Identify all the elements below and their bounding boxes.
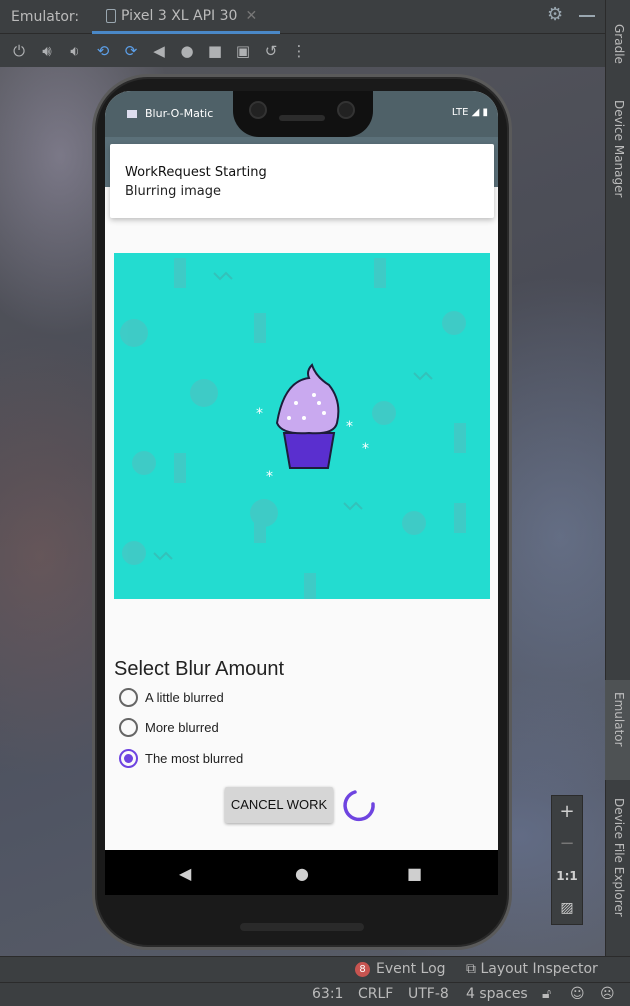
rotate-right-icon[interactable]: ⟳ [122, 42, 140, 60]
zoom-actual-button[interactable]: 1:1 [556, 866, 578, 886]
nav-back-icon[interactable]: ◀ [179, 864, 191, 883]
phone-speaker-bottom [240, 923, 364, 931]
gear-icon[interactable]: ⚙ [547, 6, 565, 24]
close-tab-icon[interactable]: ✕ [245, 8, 257, 24]
layout-inspector-tool[interactable]: ⧉ Layout Inspector [466, 961, 598, 977]
file-encoding[interactable]: UTF-8 [408, 986, 449, 1002]
layout-inspector-icon: ⧉ [466, 961, 481, 977]
home-icon[interactable]: ● [178, 42, 196, 60]
cupcake-image: * * * * [114, 253, 490, 599]
emulator-toolbar: ⏻ 🔊︎ 🔉︎ ⟲ ⟳ ◀ ● ■ ▣ ↺ ⋮ [0, 35, 605, 67]
indent-setting[interactable]: 4 spaces [466, 986, 528, 1002]
panel-title: Emulator: [11, 8, 80, 25]
nav-home-icon[interactable]: ● [295, 864, 309, 883]
gradle-tool[interactable]: Gradle [612, 24, 626, 64]
display-notch [233, 91, 373, 137]
right-tool-strip: Gradle Device Manager Emulator Device Fi… [605, 0, 630, 956]
fit-screen-icon[interactable]: ▨ [560, 898, 573, 918]
radio-label: The most blurred [145, 751, 244, 766]
front-camera-right [337, 101, 355, 119]
svg-text:*: * [362, 441, 369, 457]
device-manager-tool[interactable]: Device Manager [612, 100, 626, 197]
svg-text:*: * [256, 406, 263, 422]
cupcake-illustration: * * * * [120, 258, 466, 599]
zoom-in-button[interactable]: + [559, 802, 574, 822]
radio-button[interactable] [119, 688, 138, 707]
event-count-badge: 8 [355, 961, 370, 977]
device-tab[interactable]: Pixel 3 XL API 30 ✕ [92, 0, 280, 34]
line-separator[interactable]: CRLF [358, 986, 393, 1002]
radio-label: A little blurred [145, 690, 224, 705]
radio-label: More blurred [145, 720, 219, 735]
more-icon[interactable]: ⋮ [290, 42, 308, 60]
feedback-sad-icon[interactable]: ☹ [600, 986, 615, 1002]
emulator-tool[interactable]: Emulator [612, 692, 626, 747]
notification-text: Blurring image [125, 184, 221, 199]
bottom-tool-bar: 8 Event Log ⧉ Layout Inspector [0, 956, 630, 982]
status-app-name: Blur-O-Matic [145, 107, 214, 120]
front-camera-left [249, 101, 267, 119]
power-icon[interactable]: ⏻ [10, 42, 28, 60]
android-nav-bar: ◀ ● ■ [105, 850, 498, 895]
rotate-left-icon[interactable]: ⟲ [94, 42, 112, 60]
volume-up-icon[interactable]: 🔊︎ [38, 42, 56, 60]
volume-down-icon[interactable]: 🔉︎ [66, 42, 84, 60]
title-bar-actions: ⚙ [547, 6, 595, 24]
minimize-icon[interactable] [579, 15, 595, 17]
cancel-work-button[interactable]: CANCEL WORK [225, 787, 333, 823]
layout-inspector-label: Layout Inspector [480, 961, 598, 977]
work-notification[interactable]: WorkRequest Starting Blurring image [110, 144, 494, 218]
ide-status-bar: 63:1 CRLF UTF-8 4 spaces 🔓︎ ☺ ☹ [0, 982, 630, 1006]
radio-little-blurred[interactable]: A little blurred [119, 688, 224, 707]
back-icon[interactable]: ◀ [150, 42, 168, 60]
device-file-explorer-tool[interactable]: Device File Explorer [612, 798, 626, 917]
earpiece [279, 115, 325, 121]
snapshot-icon[interactable]: ↺ [262, 42, 280, 60]
nav-recents-icon[interactable]: ■ [407, 864, 422, 883]
network-status: LTE ◢ ▮ [451, 107, 488, 118]
notification-title: WorkRequest Starting [125, 165, 267, 180]
cursor-position[interactable]: 63:1 [312, 986, 343, 1002]
event-log-label: Event Log [376, 961, 446, 977]
radio-button[interactable] [119, 718, 138, 737]
emulator-title-bar: Emulator: [0, 0, 605, 34]
blur-section-title: Select Blur Amount [114, 658, 285, 680]
phone-icon [106, 8, 116, 23]
radio-most-blurred[interactable]: The most blurred [119, 749, 243, 768]
zoom-controls: + − 1:1 ▨ [551, 795, 583, 925]
event-log-tool[interactable]: 8 Event Log [355, 961, 446, 977]
feedback-happy-icon[interactable]: ☺ [570, 986, 585, 1002]
radio-button-checked[interactable] [119, 749, 138, 768]
svg-text:*: * [266, 469, 273, 485]
notification-icon [127, 110, 137, 118]
lock-icon[interactable]: 🔓︎ [542, 986, 551, 1002]
radio-more-blurred[interactable]: More blurred [119, 718, 219, 737]
svg-text:*: * [346, 419, 353, 435]
device-tab-label: Pixel 3 XL API 30 [121, 7, 238, 24]
camera-icon[interactable]: ▣ [234, 42, 252, 60]
progress-spinner [343, 790, 375, 822]
overview-icon[interactable]: ■ [206, 42, 224, 60]
zoom-out-button[interactable]: − [559, 834, 574, 854]
